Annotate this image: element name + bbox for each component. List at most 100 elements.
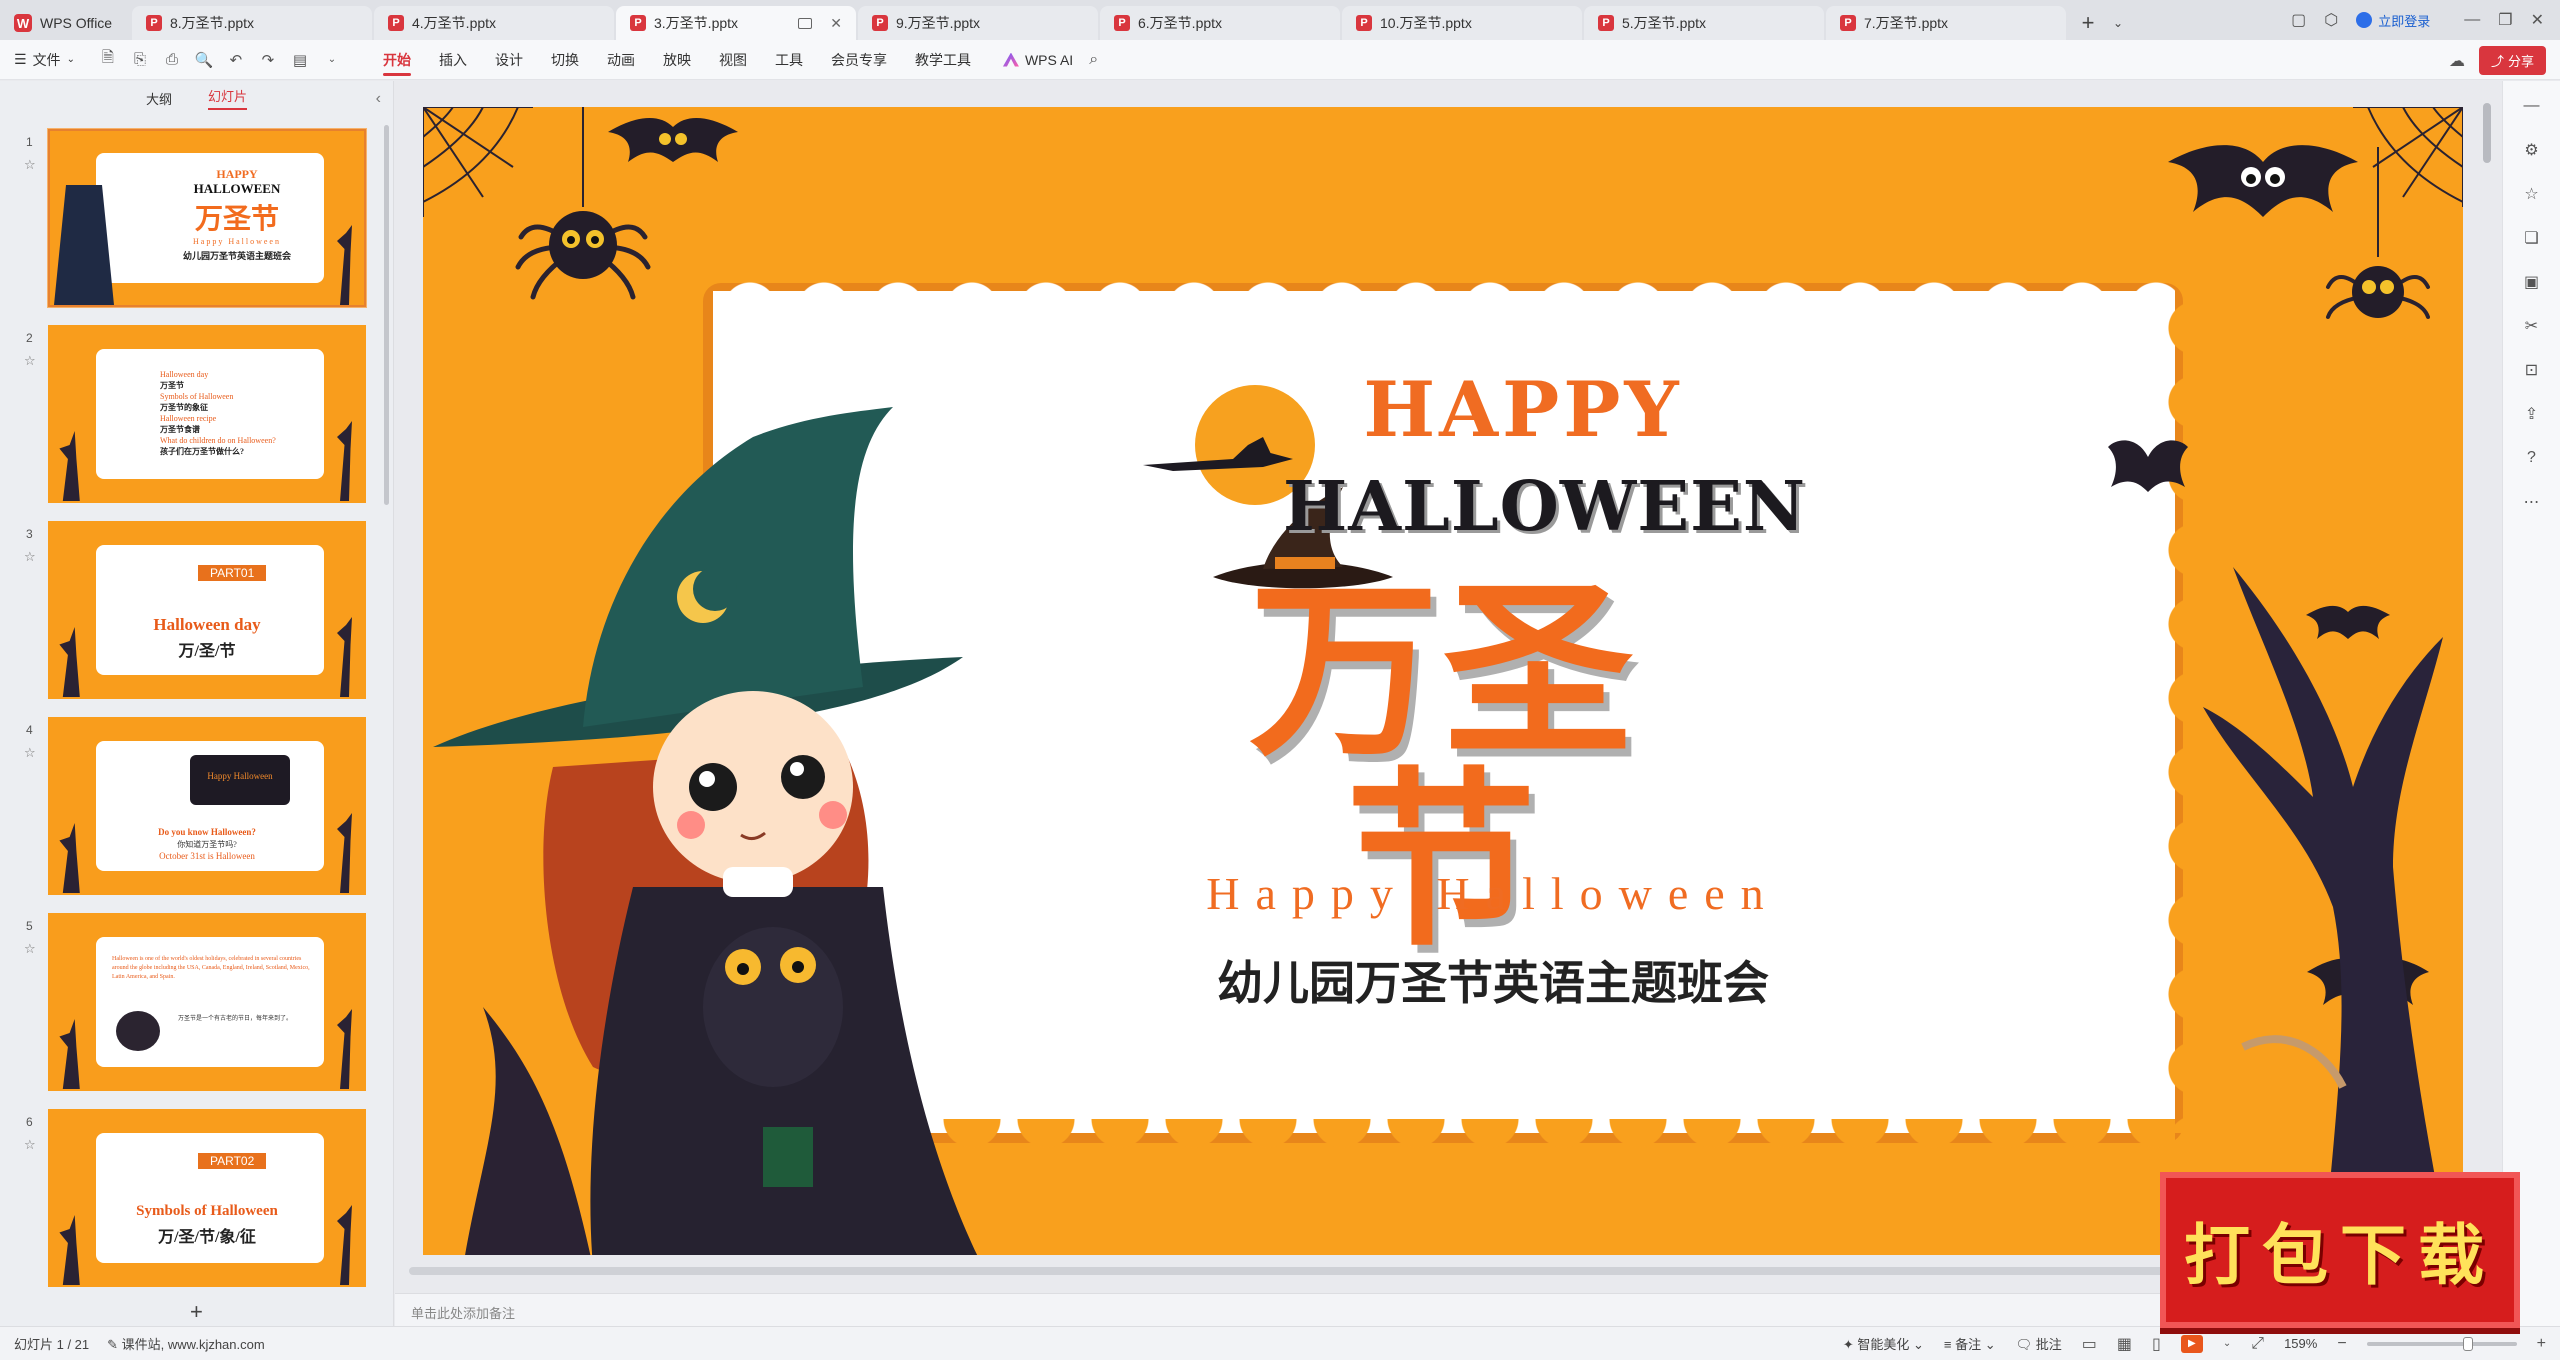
menu-view[interactable]: 视图	[705, 40, 761, 80]
menu-teaching[interactable]: 教学工具	[901, 40, 985, 80]
close-window-icon[interactable]: ✕	[2531, 10, 2544, 30]
zoom-level[interactable]: 159%	[2284, 1336, 2317, 1351]
reading-view-icon[interactable]: ▯	[2152, 1334, 2161, 1354]
collapse-icon[interactable]: —	[2521, 95, 2543, 117]
redo-icon[interactable]: ↷	[259, 51, 277, 69]
slide-thumbnail[interactable]: Halloween is one of the world's oldest h…	[48, 913, 366, 1091]
slide-caption[interactable]: 幼儿园万圣节英语主题班会	[1183, 947, 1803, 1013]
chevron-down-icon[interactable]: ⌄	[2108, 6, 2128, 40]
slide-number: 3	[26, 527, 33, 541]
zoom-out-icon[interactable]: −	[2337, 1335, 2346, 1353]
slide-subtitle-en[interactable]: Happy Halloween	[1183, 867, 1803, 920]
file-menu[interactable]: ☰ 文件 ⌄	[14, 50, 75, 70]
grid-view-icon[interactable]: ▦	[2117, 1334, 2132, 1354]
tab-slides[interactable]: 幻灯片	[208, 86, 248, 110]
copy-icon[interactable]: ❏	[2521, 227, 2543, 249]
menu-slideshow[interactable]: 放映	[649, 40, 705, 80]
tab-document[interactable]: P 7.万圣节.pptx	[1826, 6, 2066, 40]
star-icon[interactable]: ☆	[24, 941, 36, 957]
slide-halloween-text[interactable]: HALLOWEEN	[1283, 467, 1805, 547]
zoom-slider[interactable]	[2366, 1336, 2517, 1351]
wps-ai-button[interactable]: WPS AI	[1002, 52, 1073, 68]
download-badge[interactable]: 打包下载	[2160, 1172, 2520, 1328]
tab-document[interactable]: P 6.万圣节.pptx	[1100, 6, 1340, 40]
tab-document[interactable]: P 4.万圣节.pptx	[374, 6, 614, 40]
tab-document-active[interactable]: P 3.万圣节.pptx ✕	[616, 6, 856, 40]
bookmark-icon[interactable]: ⊡	[2521, 359, 2543, 381]
slide-thumbnail[interactable]: Happy Halloween Do you know Halloween? 你…	[48, 717, 366, 895]
share-button[interactable]: ⤴ 分享	[2478, 46, 2546, 75]
menu-transition[interactable]: 切换	[537, 40, 593, 80]
menu-animation[interactable]: 动画	[593, 40, 649, 80]
menu-tools[interactable]: 工具	[761, 40, 817, 80]
bat-icon	[608, 117, 738, 162]
zoom-slider-knob[interactable]	[2462, 1336, 2473, 1351]
star-icon[interactable]: ☆	[24, 157, 36, 173]
theme-info[interactable]: ✎ 课件站, www.kjzhan.com	[107, 1334, 265, 1353]
pptx-file-icon: P	[1598, 15, 1614, 31]
slide-thumbnail[interactable]: Halloween day 万圣节 Symbols of Halloween 万…	[48, 325, 366, 503]
beautify-button[interactable]: ✦ 智能美化 ⌄	[1843, 1334, 1924, 1353]
beautify-label: 智能美化	[1857, 1337, 1910, 1352]
menu-design[interactable]: 设计	[481, 40, 537, 80]
slide-thumbnail[interactable]: PART01 Halloween day 万/圣/节	[48, 521, 366, 699]
menu-member[interactable]: 会员专享	[817, 40, 901, 80]
print-icon[interactable]: ⎙	[163, 51, 181, 69]
more-icon[interactable]: ⋯	[2521, 491, 2543, 513]
undo-icon[interactable]: ↶	[227, 51, 245, 69]
minimize-icon[interactable]: —	[2464, 11, 2480, 29]
help-icon[interactable]: ?	[2521, 447, 2543, 469]
tab-document[interactable]: P 5.万圣节.pptx	[1584, 6, 1824, 40]
menu-home[interactable]: 开始	[369, 40, 425, 80]
canvas-vertical-scrollbar[interactable]	[2483, 103, 2491, 163]
add-slide-button[interactable]: +	[190, 1299, 203, 1325]
format-painter-icon[interactable]: ▤	[291, 51, 309, 69]
right-toolbar: — ⚙ ☆ ❏ ▣ ✂ ⊡ ⇪ ? ⋯	[2502, 81, 2560, 1326]
play-slideshow-button[interactable]: ▶	[2180, 1334, 2203, 1353]
comment-toggle[interactable]: 🗨 批注	[2016, 1334, 2062, 1353]
slide-thumbnail[interactable]: HAPPY HALLOWEEN 万圣节 Happy Halloween 幼儿园万…	[48, 129, 366, 307]
menu-insert[interactable]: 插入	[425, 40, 481, 80]
menu-label: 切换	[550, 51, 579, 68]
chevron-down-icon[interactable]: ⌄	[323, 51, 341, 69]
star-icon[interactable]: ☆	[24, 1137, 36, 1153]
canvas-horizontal-scrollbar[interactable]	[409, 1267, 2299, 1275]
star-icon[interactable]: ☆	[24, 549, 36, 565]
thumb-happy: HAPPY	[216, 167, 258, 181]
restore-icon[interactable]: ❐	[2498, 10, 2512, 30]
export-icon[interactable]: ⎘	[131, 51, 149, 69]
tools-icon[interactable]: ✂	[2521, 315, 2543, 337]
fit-window-icon[interactable]: ⤢	[2251, 1335, 2264, 1353]
close-tab-icon[interactable]: ✕	[830, 15, 842, 32]
chevron-down-icon[interactable]: ⌄	[2223, 1338, 2231, 1349]
tab-wps-home[interactable]: W WPS Office	[0, 6, 130, 40]
panel-scrollbar[interactable]	[384, 125, 389, 505]
slide-happy-text[interactable]: HAPPY	[1323, 365, 1723, 454]
notes-toggle[interactable]: ≡ 备注 ⌄	[1944, 1334, 1996, 1353]
image-icon[interactable]: ▣	[2521, 271, 2543, 293]
new-tab-button[interactable]: +	[2068, 6, 2108, 40]
save-icon[interactable]: 🗎	[99, 49, 117, 69]
star-icon[interactable]: ☆	[24, 745, 36, 761]
star-icon[interactable]: ☆	[2521, 183, 2543, 205]
slide-thumbnail[interactable]: PART02 Symbols of Halloween 万/圣/节/象/征	[48, 1109, 366, 1287]
tab-outline[interactable]: 大纲	[146, 89, 172, 108]
login-label: 立即登录	[2378, 13, 2431, 29]
tab-document[interactable]: P 10.万圣节.pptx	[1342, 6, 1582, 40]
cube-icon[interactable]: ⬡	[2324, 10, 2338, 30]
tab-document[interactable]: P 9.万圣节.pptx	[858, 6, 1098, 40]
zoom-in-icon[interactable]: +	[2537, 1335, 2546, 1353]
adjust-icon[interactable]: ⚙	[2521, 139, 2543, 161]
star-icon[interactable]: ☆	[24, 353, 36, 369]
cloud-icon[interactable]: ☁	[2449, 51, 2465, 71]
share-icon[interactable]: ⇪	[2521, 403, 2543, 425]
normal-view-icon[interactable]: ▭	[2082, 1334, 2097, 1354]
slide[interactable]: HAPPY HALLOWEEN 万圣节 Happy Halloween 幼儿园万…	[423, 107, 2463, 1255]
print-preview-icon[interactable]: 🔍	[195, 51, 214, 69]
tab-document[interactable]: P 8.万圣节.pptx	[132, 6, 372, 40]
login-button[interactable]: 立即登录	[2356, 11, 2430, 30]
search-icon[interactable]: ⌕	[1089, 51, 1098, 69]
window-icon[interactable]	[798, 17, 813, 29]
layout-icon[interactable]: ▢	[2291, 10, 2306, 30]
collapse-panel-icon[interactable]: ‹	[376, 90, 381, 108]
